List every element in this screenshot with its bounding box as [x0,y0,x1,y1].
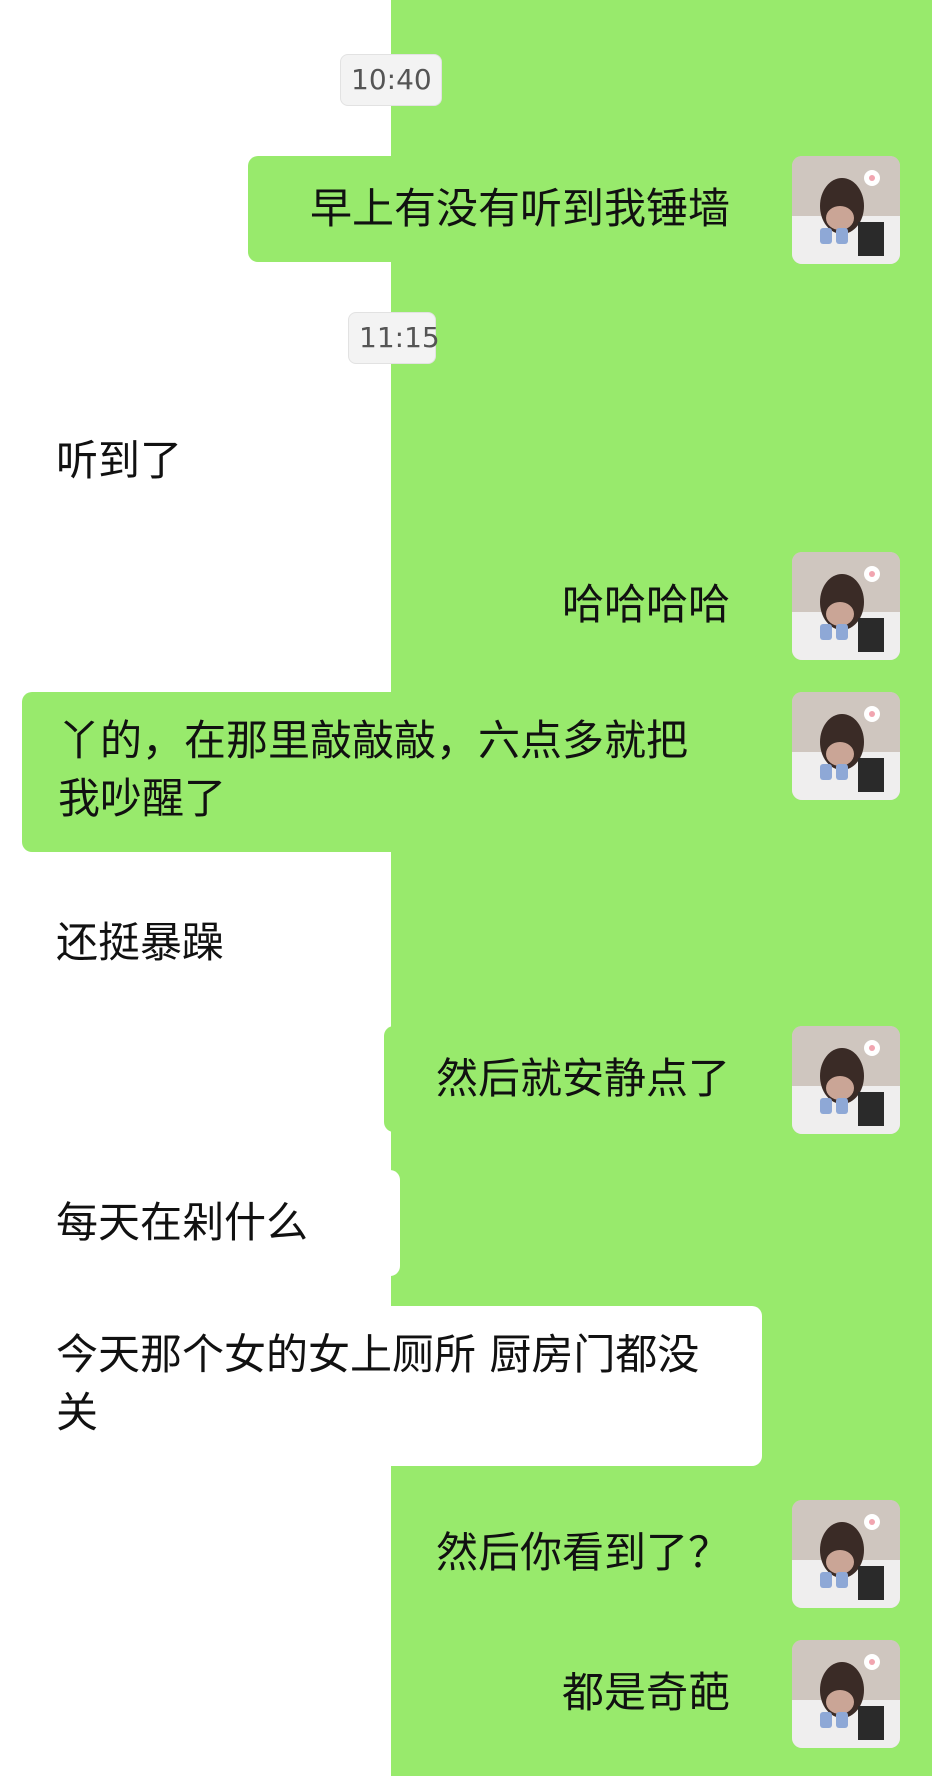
message-bubble-outgoing[interactable]: 然后你看到了？ [420,1500,760,1606]
message-bubble-outgoing[interactable]: 哈哈哈哈 [520,552,760,658]
timestamp-pill: 10:40 [340,54,442,106]
timestamp-pill: 11:15 [348,312,440,364]
message-text: 今天那个女的女上厕所 厨房门都没关 [56,1330,700,1437]
message-bubble-outgoing[interactable]: 都是奇葩 [520,1640,760,1746]
message-text: 哈哈哈哈 [561,580,730,629]
avatar-photo [792,552,900,660]
message-bubble-incoming[interactable]: 还挺暴躁 [20,890,350,996]
message-bubble-outgoing[interactable]: 早上有没有听到我锤墙 [248,156,760,262]
message-text: 还挺暴躁 [56,918,225,967]
message-bubble-incoming[interactable]: 今天那个女的女上厕所 厨房门都没关 [20,1306,762,1466]
avatar-photo [792,1026,900,1134]
user-avatar-icon[interactable] [792,156,900,264]
message-bubble-outgoing[interactable]: 丫的，在那里敲敲敲，六点多就把我吵醒了 [22,692,760,852]
user-avatar-icon[interactable] [792,692,900,800]
message-text: 每天在剁什么 [56,1198,309,1247]
message-text: 丫的，在那里敲敲敲，六点多就把我吵醒了 [58,716,689,823]
avatar-photo [792,156,900,264]
avatar-photo [792,692,900,800]
message-text: 然后你看到了？ [435,1528,730,1577]
message-bubble-outgoing[interactable]: 然后就安静点了 [384,1026,760,1132]
message-text: 听到了 [56,436,183,485]
user-avatar-icon[interactable] [792,1500,900,1608]
avatar-photo [792,1500,900,1608]
user-avatar-icon[interactable] [792,1026,900,1134]
user-avatar-icon[interactable] [792,1640,900,1748]
message-bubble-incoming[interactable]: 每天在剁什么 [20,1170,400,1276]
message-bubble-incoming[interactable]: 听到了 [20,408,320,514]
message-text: 然后就安静点了 [435,1054,730,1103]
message-text: 早上有没有听到我锤墙 [309,184,730,233]
avatar-photo [792,1640,900,1748]
message-text: 都是奇葩 [561,1668,730,1717]
user-avatar-icon[interactable] [792,552,900,660]
